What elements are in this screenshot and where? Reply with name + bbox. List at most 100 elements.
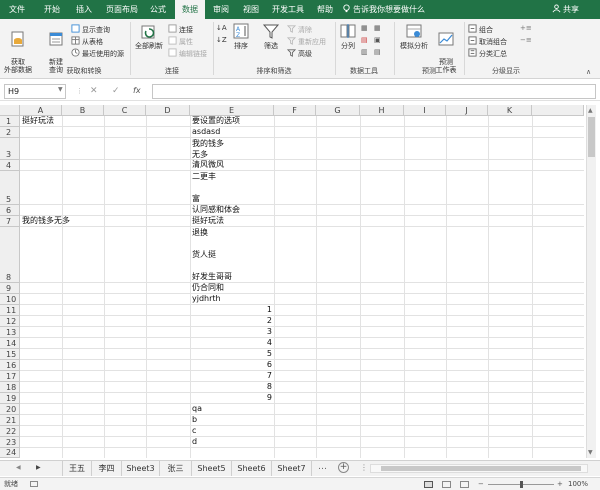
row-header[interactable]: 24 [0, 448, 20, 458]
cell-e15[interactable]: 5 [192, 349, 272, 359]
edit-links-button[interactable]: 编辑链接 [168, 48, 207, 59]
row-header[interactable]: 3 [0, 138, 20, 160]
remove-duplicates-button[interactable]: ▤ [361, 36, 368, 45]
recent-sources-button[interactable]: 最近使用的源 [71, 48, 124, 59]
row-header[interactable]: 16 [0, 360, 20, 371]
cell-a1[interactable]: 挺好玩法 [22, 116, 54, 126]
normal-view-icon[interactable] [424, 481, 433, 488]
sheet-tab[interactable]: 王五 [62, 461, 92, 476]
tab-data[interactable]: 数据 [175, 0, 205, 19]
more-sheets-icon[interactable]: … [318, 462, 327, 472]
cell-a7[interactable]: 我的钱多无多 [22, 216, 70, 226]
cell-e21[interactable]: b [192, 415, 197, 425]
hide-detail-button[interactable]: −≡ [520, 36, 532, 45]
tab-help[interactable]: 帮助 [312, 0, 338, 19]
cell-e5-line2[interactable]: 富 [192, 194, 200, 204]
tab-insert[interactable]: 插入 [70, 0, 98, 19]
page-break-view-icon[interactable] [460, 481, 469, 488]
select-all-button[interactable] [0, 105, 20, 116]
cell-e16[interactable]: 6 [192, 360, 272, 370]
cell-e3-line1[interactable]: 我的钱多 [192, 139, 224, 149]
tab-developer[interactable]: 开发工具 [268, 0, 308, 19]
formula-input[interactable] [152, 84, 596, 99]
row-header[interactable]: 21 [0, 415, 20, 426]
sort-za-button[interactable]: ↓Z [216, 36, 227, 45]
cell-e5-line1[interactable]: 二更丰 [192, 172, 216, 182]
cell-e19[interactable]: 9 [192, 393, 272, 403]
manage-data-model-button[interactable]: ▤ [374, 48, 381, 57]
column-header[interactable]: I [404, 105, 446, 116]
row-header[interactable]: 7 [0, 216, 20, 227]
page-layout-view-icon[interactable] [442, 481, 451, 488]
zoom-out-icon[interactable]: − [478, 478, 484, 490]
sheet-tab[interactable]: Sheet5 [192, 461, 232, 476]
refresh-all-button[interactable]: 全部刷新 [133, 22, 165, 50]
zoom-slider-handle[interactable] [520, 481, 523, 488]
reapply-button[interactable]: 重新应用 [287, 36, 326, 47]
share-button[interactable]: 共享 [552, 0, 579, 19]
horizontal-scrollbar[interactable] [370, 464, 588, 473]
cell-e22[interactable]: c [192, 426, 196, 436]
group-button[interactable]: 组合 [468, 24, 493, 35]
row-header[interactable]: 18 [0, 382, 20, 393]
what-if-analysis-button[interactable]: 模拟分析 [397, 22, 431, 50]
column-header[interactable] [532, 105, 584, 116]
sheet-tab[interactable]: Sheet7 [272, 461, 312, 476]
filter-button[interactable]: 筛选 [258, 22, 284, 50]
row-header[interactable]: 6 [0, 205, 20, 216]
row-header[interactable]: 14 [0, 338, 20, 349]
tab-view[interactable]: 视图 [238, 0, 264, 19]
tab-page-layout[interactable]: 页面布局 [104, 0, 140, 19]
scroll-thumb[interactable] [381, 466, 581, 471]
sheet-tab[interactable]: 李四 [92, 461, 122, 476]
cell-e8-line2[interactable]: 货人挺 [192, 250, 216, 260]
row-header[interactable]: 10 [0, 294, 20, 305]
zoom-in-icon[interactable]: + [557, 478, 563, 490]
column-header[interactable]: D [146, 105, 190, 116]
cell-e4[interactable]: 清风微风 [192, 160, 224, 170]
tab-review[interactable]: 审阅 [208, 0, 234, 19]
cell-e7[interactable]: 挺好玩法 [192, 216, 224, 226]
relationships-button[interactable]: ▣ [374, 36, 381, 45]
consolidate-button[interactable]: ▦ [374, 24, 381, 33]
column-header[interactable]: C [104, 105, 146, 116]
clear-button[interactable]: 清除 [287, 24, 312, 35]
row-header[interactable]: 11 [0, 305, 20, 316]
advanced-filter-button[interactable]: 高级 [287, 48, 312, 59]
cell-e20[interactable]: qa [192, 404, 202, 414]
macro-record-icon[interactable] [30, 481, 38, 487]
row-header[interactable]: 15 [0, 349, 20, 360]
row-header[interactable]: 22 [0, 426, 20, 437]
row-header[interactable]: 12 [0, 316, 20, 327]
row-header[interactable]: 13 [0, 327, 20, 338]
cell-e6[interactable]: 认同感和体会 [192, 205, 240, 215]
row-header[interactable]: 9 [0, 283, 20, 294]
enter-icon[interactable]: ✓ [112, 86, 120, 96]
collapse-ribbon-button[interactable]: ∧ [586, 68, 591, 77]
column-header[interactable]: K [488, 105, 532, 116]
column-header[interactable]: J [446, 105, 488, 116]
flash-fill-button[interactable]: ▦ [361, 24, 368, 33]
column-header[interactable]: H [360, 105, 404, 116]
more-sheets-icon[interactable]: ⋮ [360, 463, 368, 472]
cancel-icon[interactable]: ✕ [90, 86, 98, 96]
cell-e12[interactable]: 2 [192, 316, 272, 326]
row-header[interactable]: 8 [0, 227, 20, 283]
row-header[interactable]: 2 [0, 127, 20, 138]
cell-e2[interactable]: asdasd [192, 127, 220, 137]
scroll-down-icon[interactable]: ▼ [588, 449, 593, 456]
next-sheet-icon[interactable]: ▶ [36, 464, 41, 471]
cell-e11[interactable]: 1 [192, 305, 272, 315]
from-table-button[interactable]: 从表格 [71, 36, 103, 47]
prev-sheet-icon[interactable]: ◀ [16, 464, 21, 471]
sheet-tab[interactable]: 张三 [160, 461, 192, 476]
chevron-down-icon[interactable]: ▼ [58, 86, 63, 93]
sort-button[interactable]: AZ 排序 [230, 22, 252, 50]
sheet-tab[interactable]: Sheet3 [122, 461, 160, 476]
tab-formulas[interactable]: 公式 [144, 0, 172, 19]
properties-button[interactable]: 属性 [168, 36, 193, 47]
column-header[interactable]: B [62, 105, 104, 116]
zoom-level[interactable]: 100% [568, 478, 588, 490]
row-header[interactable]: 4 [0, 160, 20, 171]
sort-az-button[interactable]: ↓A [216, 24, 227, 33]
